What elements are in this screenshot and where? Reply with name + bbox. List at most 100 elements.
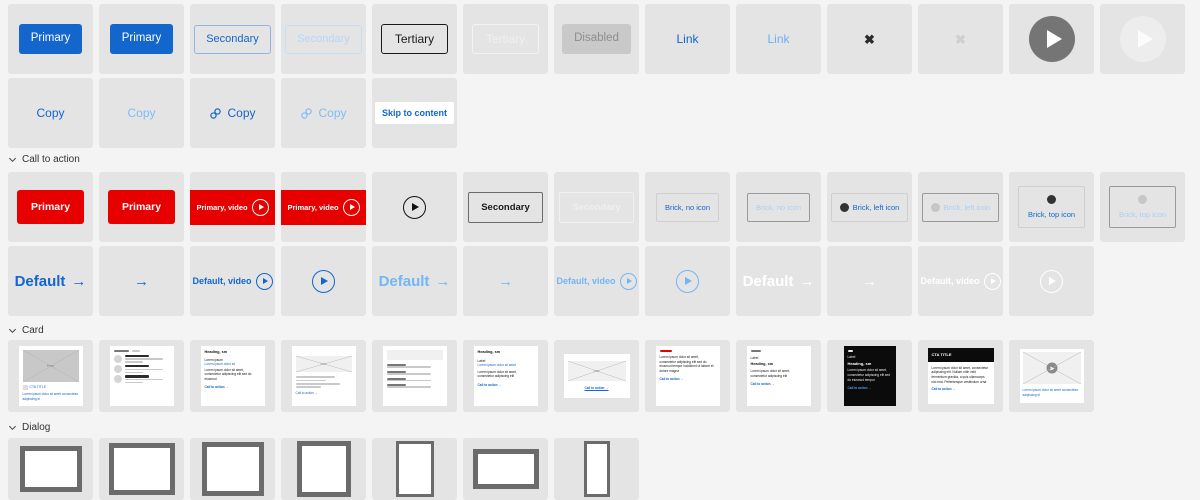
dialog-frame[interactable]	[108, 443, 175, 495]
dialog-frame[interactable]	[472, 449, 539, 489]
cta-primary-button[interactable]: Primary, video	[190, 189, 275, 225]
close-button[interactable]: ✖	[858, 32, 881, 47]
cta-primary-button[interactable]: Primary	[16, 190, 85, 224]
card-cta[interactable]: Call to action →	[932, 387, 990, 392]
text-line	[295, 382, 341, 385]
component-cell: Default →	[372, 246, 457, 316]
dialog-frame[interactable]	[296, 441, 351, 497]
component-cell: Default →	[8, 246, 93, 316]
card-sublink[interactable]: Lorem ipsum dolor sit amet	[478, 363, 534, 368]
card-link[interactable]: Lorem ipsum dolor sit amet consectetur a…	[1023, 388, 1081, 397]
close-button[interactable]: ✖	[949, 32, 972, 47]
default-link-button-inverse[interactable]: →	[495, 271, 516, 292]
button-secondary[interactable]: Secondary	[194, 24, 271, 54]
button-label: Primary	[121, 201, 162, 213]
dialog-frame[interactable]	[19, 446, 82, 492]
arrow-right-icon: →	[134, 272, 149, 290]
dialog-frame[interactable]	[201, 442, 264, 496]
default-link-button[interactable]: →	[131, 271, 152, 292]
brick-button-no-icon-inverse[interactable]: Brick, no icon	[746, 192, 811, 222]
cta-secondary-button[interactable]: Secondary	[468, 191, 543, 223]
section-header-call-to-action[interactable]: Call to action	[8, 154, 80, 165]
card-dark-header[interactable]: CTA TITLE Lorem ipsum dolor sit amet, co…	[927, 348, 994, 404]
section-header-card[interactable]: Card	[8, 325, 44, 336]
card-sublink[interactable]: Lorem ipsum dolor sit	[205, 362, 261, 367]
button-link-inverse[interactable]: Link	[763, 29, 793, 49]
copy-button-inverse[interactable]: Copy	[296, 103, 350, 124]
copy-button-inverse[interactable]: Copy	[123, 103, 159, 123]
dialog-frame[interactable]	[395, 441, 434, 497]
text-line	[386, 372, 432, 375]
card-cta[interactable]: Call to action →	[848, 386, 892, 391]
button-label: Copy	[227, 106, 256, 120]
brick-button-top-icon-inverse[interactable]: Brick, top icon	[1108, 186, 1177, 228]
card-heading-small[interactable]: Heading, sm Label Lorem ipsum dolor sit …	[473, 346, 538, 406]
card-cell: Label Heading, sm Lorem ipsum dolor sit …	[736, 340, 821, 412]
arrow-right-icon: →	[862, 272, 877, 290]
copy-button[interactable]: Copy	[32, 103, 68, 123]
component-cell	[372, 172, 457, 242]
text-line	[124, 361, 143, 364]
button-tertiary-inverse[interactable]: Tertiary	[471, 24, 540, 54]
section-header-dialog[interactable]: Dialog	[8, 422, 50, 433]
component-cell: Primary	[8, 4, 93, 74]
component-cell: Default →	[736, 246, 821, 316]
brick-button-left-icon[interactable]: Brick, left icon	[830, 192, 909, 222]
text-line	[659, 350, 672, 353]
button-primary[interactable]: Primary	[18, 24, 83, 54]
brick-button-no-icon[interactable]: Brick, no icon	[655, 192, 720, 222]
card-red-accent[interactable]: Lorem ipsum dolor sit amet, consectetur …	[655, 346, 720, 406]
card-video[interactable]: Lorem ipsum dolor sit amet consectetur a…	[1019, 349, 1084, 403]
default-link-button-inverse[interactable]	[673, 267, 702, 296]
button-label: Brick, top icon	[1118, 210, 1167, 219]
card-link[interactable]: Lorem ipsum dolor sit amet consectetur a…	[23, 392, 79, 401]
dialog-frame[interactable]	[583, 441, 610, 497]
button-label: Default	[742, 272, 794, 290]
copy-button[interactable]: Copy	[205, 103, 259, 124]
dot-icon	[930, 202, 940, 212]
cta-video-play-button[interactable]	[403, 195, 426, 219]
play-icon	[1046, 30, 1062, 48]
brick-button-top-icon[interactable]: Brick, top icon	[1017, 186, 1086, 228]
button-tertiary[interactable]: Tertiary	[380, 24, 449, 54]
button-primary-inverse[interactable]: Primary	[109, 24, 174, 54]
card-cta[interactable]: Call to action →	[660, 377, 716, 382]
default-link-button-on-dark[interactable]: Default →	[740, 270, 818, 293]
default-link-button[interactable]: Default, video	[190, 270, 275, 293]
default-link-button[interactable]: Default →	[12, 270, 90, 293]
card-cta[interactable]: Call to action →	[568, 386, 626, 391]
card-image-top[interactable]: Image CTA TITLE Lorem ipsum dolor sit am…	[18, 346, 83, 406]
card-cta[interactable]: Call to action →	[478, 383, 534, 388]
text-line	[295, 376, 335, 379]
play-button[interactable]	[1028, 16, 1075, 62]
card-text-block[interactable]: Heading, sm Lorem ipsum Lorem ipsum dolo…	[200, 346, 265, 406]
button-label: Brick, top icon	[1027, 210, 1076, 219]
card-text-stack[interactable]: Label Heading, sm Lorem ipsum dolor sit …	[746, 346, 811, 406]
default-link-button-inverse[interactable]: Default →	[376, 270, 454, 293]
default-link-button-inverse[interactable]: Default, video	[554, 270, 639, 293]
card-text-lines[interactable]	[382, 346, 447, 406]
default-link-button-on-dark[interactable]: Default, video	[918, 270, 1003, 293]
default-link-button[interactable]	[309, 267, 338, 296]
brick-button-left-icon-inverse[interactable]: Brick, left icon	[921, 192, 1000, 222]
play-icon[interactable]	[1046, 362, 1057, 374]
play-icon	[1137, 30, 1153, 48]
button-secondary-inverse[interactable]: Secondary	[285, 24, 362, 54]
cta-primary-button-inverse[interactable]: Primary	[107, 190, 176, 224]
component-cell: Primary, video	[190, 172, 275, 242]
card-image-wide[interactable]: Logo Call to action →	[291, 346, 356, 406]
card-dark-text[interactable]: Label Heading, sm Lorem ipsum dolor sit …	[843, 346, 896, 406]
default-link-button-on-dark[interactable]: →	[859, 271, 880, 292]
cta-primary-button-inverse[interactable]: Primary, video	[281, 189, 366, 225]
card-cta[interactable]: Call to action →	[205, 385, 261, 390]
play-button[interactable]	[1119, 16, 1166, 62]
card-cell: CTA TITLE Lorem ipsum dolor sit amet, co…	[918, 340, 1003, 412]
card-image-x[interactable]: Logo Call to action →	[563, 354, 630, 398]
card-cta[interactable]: Call to action →	[751, 382, 807, 387]
button-link[interactable]: Link	[672, 29, 702, 49]
cta-secondary-button-inverse[interactable]: Secondary	[559, 191, 634, 223]
default-link-button-on-dark[interactable]	[1037, 267, 1066, 296]
card-cta[interactable]: Call to action →	[296, 391, 352, 396]
skip-to-content-button[interactable]: Skip to content	[375, 102, 454, 124]
card-avatar-list[interactable]	[109, 346, 174, 406]
